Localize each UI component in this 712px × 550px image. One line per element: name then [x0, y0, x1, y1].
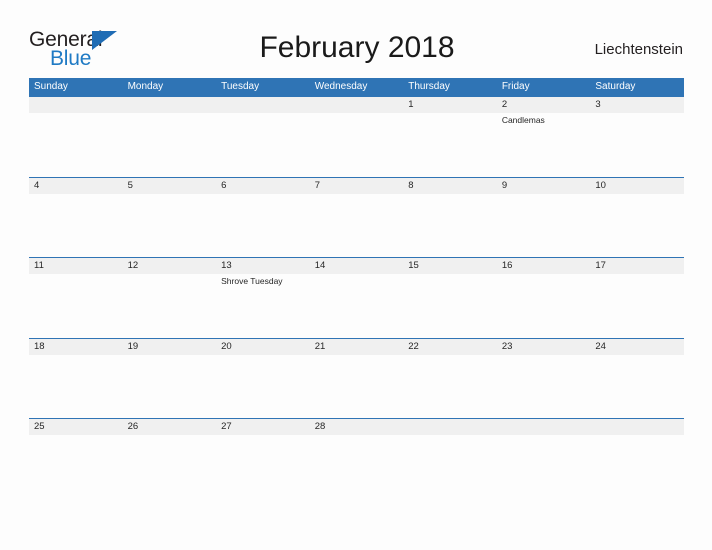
day-cell[interactable]: 16: [497, 258, 591, 338]
calendar-week-row: 25 26 27 28: [29, 418, 684, 499]
day-number: 5: [127, 179, 133, 191]
day-number: 16: [501, 260, 513, 271]
day-cell[interactable]: 9: [497, 178, 591, 258]
day-cell[interactable]: 20: [216, 339, 310, 419]
day-cell[interactable]: [310, 97, 404, 177]
day-number: 15: [408, 260, 419, 271]
weekday-header-sunday: Sunday: [34, 81, 68, 92]
day-cell[interactable]: 3: [590, 97, 684, 177]
day-cell[interactable]: 15: [403, 258, 497, 338]
day-number: 22: [408, 340, 419, 352]
weekday-header-friday: Friday: [501, 81, 530, 92]
weekday-header-monday: Monday: [127, 81, 164, 92]
day-number: 2: [501, 99, 508, 110]
day-event-label: Shrove Tuesday: [221, 276, 283, 286]
day-cell[interactable]: [590, 419, 684, 499]
day-cell[interactable]: 25: [29, 419, 123, 499]
day-number: 9: [501, 179, 508, 191]
logo-text-blue: Blue: [50, 47, 92, 70]
day-number: 13: [221, 260, 232, 271]
day-cell[interactable]: 10: [590, 178, 684, 258]
day-cell[interactable]: 22: [403, 339, 497, 419]
day-cell[interactable]: 8: [403, 178, 497, 258]
day-cell[interactable]: 17: [590, 258, 684, 338]
day-number: 24: [595, 340, 606, 352]
day-cell[interactable]: [403, 419, 497, 499]
day-cell[interactable]: [29, 97, 123, 177]
day-cell[interactable]: 6: [216, 178, 310, 258]
day-number: 12: [127, 260, 139, 271]
day-cell[interactable]: 27: [216, 419, 310, 499]
weekday-header-tuesday: Tuesday: [221, 81, 260, 92]
calendar-week-row: 18 19 20 21 22 23 24: [29, 337, 684, 419]
day-number: 14: [314, 260, 326, 271]
calendar-grid: Sunday Monday Tuesday Wednesday Thursday…: [29, 78, 684, 499]
calendar-week-row: 1 2 Candlemas 3: [29, 96, 684, 177]
day-cell[interactable]: 2 Candlemas: [497, 97, 591, 177]
day-number: 8: [408, 179, 414, 191]
day-cell[interactable]: 26: [123, 419, 217, 499]
day-cell[interactable]: 1: [403, 97, 497, 177]
page-header: General Blue February 2018 Liechtenstein: [0, 0, 712, 78]
calendar-week-row: 11 12 13 Shrove Tuesday 14 15 16 17: [29, 257, 684, 338]
day-number: 26: [127, 421, 139, 432]
day-cell[interactable]: 28: [310, 419, 404, 499]
day-number: 20: [221, 340, 232, 352]
calendar-week-row: 4 5 6 7 8 9 10: [29, 176, 684, 258]
day-number: 11: [34, 260, 44, 271]
day-cell[interactable]: [497, 419, 591, 499]
day-cell[interactable]: 21: [310, 339, 404, 419]
day-number: 18: [34, 340, 45, 352]
triangle-icon: [92, 31, 117, 50]
day-cell[interactable]: 24: [590, 339, 684, 419]
day-cell[interactable]: 13 Shrove Tuesday: [216, 258, 310, 338]
general-blue-logo[interactable]: General Blue: [29, 29, 159, 73]
day-number: 27: [221, 421, 232, 432]
day-cell[interactable]: 4: [29, 178, 123, 258]
day-number: 25: [34, 421, 45, 432]
day-cell[interactable]: 14: [310, 258, 404, 338]
day-cell[interactable]: 5: [123, 178, 217, 258]
weekday-header-saturday: Saturday: [595, 81, 636, 92]
day-number: 17: [595, 260, 606, 271]
day-number: 23: [501, 340, 513, 352]
weekday-header-wednesday: Wednesday: [314, 81, 368, 92]
calendar-page: General Blue February 2018 Liechtenstein…: [0, 0, 712, 550]
day-number: 10: [595, 179, 606, 191]
day-cell[interactable]: 7: [310, 178, 404, 258]
day-number: 21: [314, 340, 326, 352]
day-cell[interactable]: 23: [497, 339, 591, 419]
weekday-header-thursday: Thursday: [408, 81, 450, 92]
day-cell[interactable]: [123, 97, 217, 177]
day-number: 28: [314, 421, 326, 432]
day-number: 19: [127, 340, 139, 352]
day-number: 1: [408, 99, 414, 110]
day-cell[interactable]: 18: [29, 339, 123, 419]
day-event-label: Candlemas: [501, 115, 545, 125]
day-cell[interactable]: 12: [123, 258, 217, 338]
day-number: 3: [595, 99, 601, 110]
country-label: Liechtenstein: [594, 41, 683, 58]
day-number: 7: [314, 179, 320, 191]
day-cell[interactable]: 11: [29, 258, 123, 338]
day-cell[interactable]: 19: [123, 339, 217, 419]
weekday-header-row: Sunday Monday Tuesday Wednesday Thursday…: [29, 78, 684, 96]
day-number: 4: [34, 179, 40, 191]
day-cell[interactable]: [216, 97, 310, 177]
page-title: February 2018: [259, 31, 455, 64]
day-number: 6: [221, 179, 227, 191]
